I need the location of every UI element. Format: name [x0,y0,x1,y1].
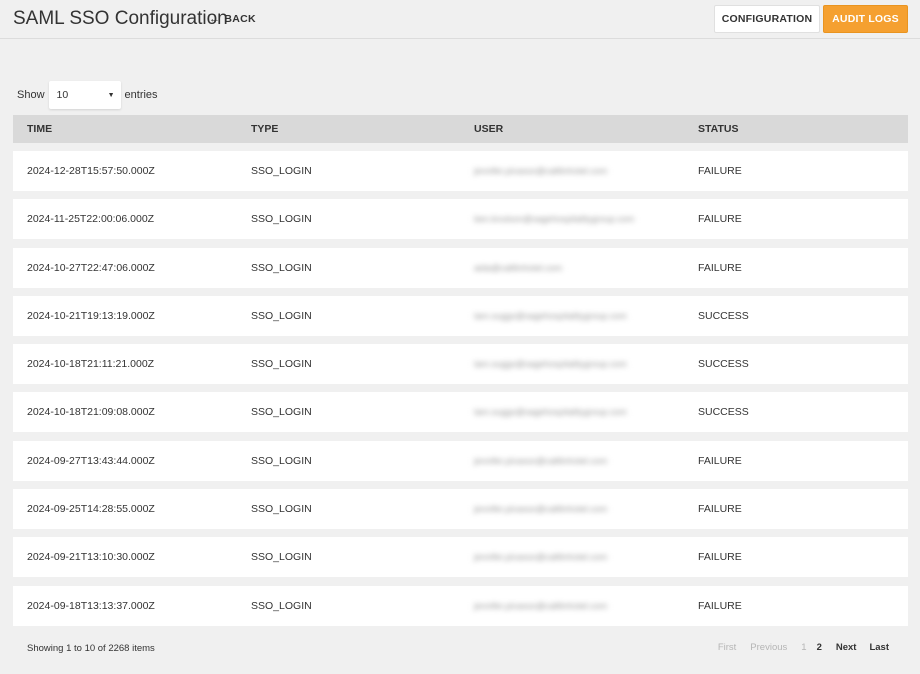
cell-time: 2024-09-21T13:10:30.000Z [27,551,155,564]
table-body: 2024-12-28T15:57:50.000Z SSO_LOGIN jenni… [13,151,908,634]
next-page-button[interactable]: Next [836,642,857,653]
page-1-button[interactable]: 1 [801,642,806,653]
table-row: 2024-10-18T21:09:08.000Z SSO_LOGIN tam.s… [13,392,908,433]
table-row: 2024-09-27T13:43:44.000Z SSO_LOGIN jenni… [13,440,908,481]
cell-time: 2024-10-27T22:47:06.000Z [27,261,155,274]
cell-user-redacted: tam.suggs@sagehospitalitygroup.com [464,306,637,325]
cell-type: SSO_LOGIN [251,261,312,274]
cell-type: SSO_LOGIN [251,358,312,371]
cell-time: 2024-09-25T14:28:55.000Z [27,503,155,516]
first-page-button[interactable]: First [718,642,736,653]
page-title: SAML SSO Configuration [13,8,228,29]
back-button[interactable]: ← BACK [209,13,256,25]
entries-length-control: Show 10 ▼ entries [17,81,158,109]
cell-status: FAILURE [698,454,742,467]
entries-label: entries [124,89,158,101]
show-label: Show [17,89,45,101]
cell-type: SSO_LOGIN [251,165,312,177]
cell-status: FAILURE [698,503,742,516]
cell-type: SSO_LOGIN [251,551,312,564]
cell-status: FAILURE [698,599,742,612]
cell-time: 2024-10-18T21:09:08.000Z [27,406,155,419]
cell-status: FAILURE [698,165,742,177]
column-header-time[interactable]: TIME [27,123,52,135]
cell-user-redacted: jennifer.picasso@caltlinhotel.com [464,162,618,180]
cell-time: 2024-10-21T19:13:19.000Z [27,309,155,322]
cell-status: FAILURE [698,551,742,564]
page-2-button[interactable]: 2 [817,642,822,653]
table-row: 2024-10-18T21:11:21.000Z SSO_LOGIN tam.s… [13,344,908,385]
table-row: 2024-12-28T15:57:50.000Z SSO_LOGIN jenni… [13,151,908,191]
previous-page-button[interactable]: Previous [750,642,787,653]
table-row: 2024-10-21T19:13:19.000Z SSO_LOGIN tam.s… [13,295,908,336]
table-row: 2024-09-25T14:28:55.000Z SSO_LOGIN jenni… [13,489,908,530]
audit-logs-button[interactable]: AUDIT LOGS [823,5,908,33]
cell-type: SSO_LOGIN [251,309,312,322]
cell-type: SSO_LOGIN [251,454,312,467]
cell-user-redacted: jennifer.picasso@caltlinhotel.com [464,596,618,615]
cell-time: 2024-11-25T22:00:06.000Z [27,213,155,226]
last-page-button[interactable]: Last [869,642,889,653]
table-row: 2024-11-25T22:00:06.000Z SSO_LOGIN ben.k… [13,199,908,240]
table-info: Showing 1 to 10 of 2268 items [27,643,155,654]
column-header-user[interactable]: USER [474,123,503,135]
cell-user-redacted: aida@caltlinhotel.com [464,258,573,277]
cell-type: SSO_LOGIN [251,406,312,419]
cell-time: 2024-12-28T15:57:50.000Z [27,165,155,177]
cell-user-redacted: ben.knutson@sagehospitalitygroup.com [464,210,645,229]
cell-time: 2024-10-18T21:11:21.000Z [27,358,155,371]
cell-time: 2024-09-18T13:13:37.000Z [27,599,155,612]
table-header: TIME TYPE USER STATUS [13,115,908,143]
cell-status: FAILURE [698,261,742,274]
top-bar: SAML SSO Configuration ← BACK CONFIGURAT… [0,0,920,39]
column-header-type[interactable]: TYPE [251,123,278,135]
cell-status: SUCCESS [698,309,749,322]
configuration-button[interactable]: CONFIGURATION [714,5,820,33]
cell-type: SSO_LOGIN [251,213,312,226]
cell-type: SSO_LOGIN [251,503,312,516]
cell-time: 2024-09-27T13:43:44.000Z [27,454,155,467]
cell-user-redacted: jennifer.picasso@caltlinhotel.com [464,451,618,470]
table-row: 2024-09-21T13:10:30.000Z SSO_LOGIN jenni… [13,537,908,578]
cell-status: SUCCESS [698,358,749,371]
table-row: 2024-09-18T13:13:37.000Z SSO_LOGIN jenni… [13,585,908,626]
cell-status: SUCCESS [698,406,749,419]
cell-user-redacted: tam.suggs@sagehospitalitygroup.com [464,403,637,422]
arrow-left-icon: ← [209,13,221,25]
cell-user-redacted: jennifer.picasso@caltlinhotel.com [464,500,618,519]
caret-down-icon: ▼ [107,91,115,99]
pagination: First Previous 1 2 Next Last [718,642,889,653]
cell-user-redacted: jennifer.picasso@caltlinhotel.com [464,548,618,567]
back-label: BACK [224,13,256,25]
column-header-status[interactable]: STATUS [698,123,738,135]
cell-status: FAILURE [698,213,742,226]
cell-user-redacted: tam.suggs@sagehospitalitygroup.com [464,355,637,374]
table-row: 2024-10-27T22:47:06.000Z SSO_LOGIN aida@… [13,247,908,288]
entries-select-value: 10 [56,89,69,101]
entries-select[interactable]: 10 ▼ [48,81,121,109]
cell-type: SSO_LOGIN [251,599,312,612]
